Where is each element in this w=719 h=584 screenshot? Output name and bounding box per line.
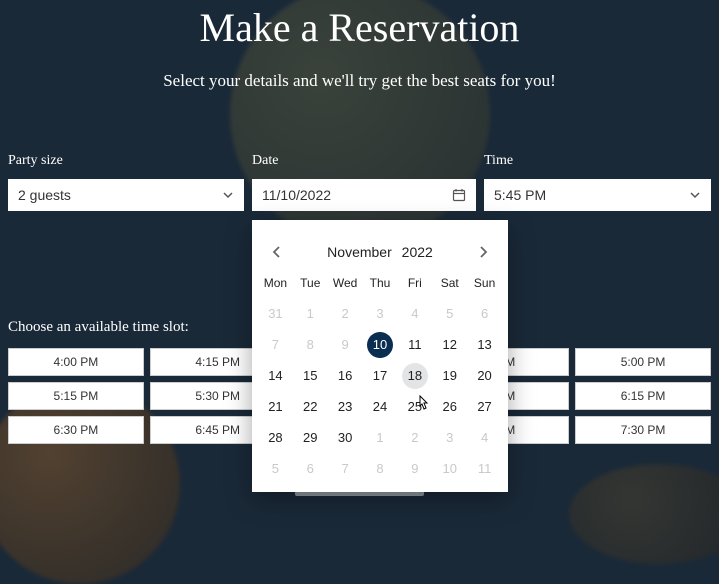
time-slot[interactable]: 6:30 PM: [8, 416, 144, 444]
calendar-weekday: Fri: [397, 270, 432, 298]
calendar-day[interactable]: 21: [258, 391, 293, 422]
calendar-day[interactable]: 8: [363, 453, 398, 484]
calendar-weekday: Thu: [363, 270, 398, 298]
calendar-year: 2022: [402, 244, 433, 260]
calendar-weekday: Wed: [328, 270, 363, 298]
calendar-weekday: Mon: [258, 270, 293, 298]
time-slot[interactable]: 4:00 PM: [8, 348, 144, 376]
calendar-icon: [452, 188, 466, 202]
calendar-weekday: Sat: [432, 270, 467, 298]
time-slot[interactable]: 7:30 PM: [575, 416, 711, 444]
reservation-form: Party size 2 guests Date 11/10/2022 Time: [8, 153, 711, 211]
calendar-day[interactable]: 6: [293, 453, 328, 484]
next-month-button[interactable]: [476, 245, 490, 259]
date-label: Date: [252, 153, 476, 169]
calendar-day[interactable]: 2: [397, 422, 432, 453]
calendar-day[interactable]: 8: [293, 329, 328, 360]
calendar-day[interactable]: 2: [328, 298, 363, 329]
time-slot[interactable]: 6:15 PM: [575, 382, 711, 410]
calendar-day[interactable]: 22: [293, 391, 328, 422]
chevron-down-icon: [222, 189, 234, 201]
calendar-day[interactable]: 24: [363, 391, 398, 422]
calendar-day[interactable]: 17: [363, 360, 398, 391]
calendar-day[interactable]: 4: [397, 298, 432, 329]
time-select[interactable]: 5:45 PM: [484, 179, 711, 211]
calendar-day[interactable]: 26: [432, 391, 467, 422]
calendar-month: November: [327, 244, 392, 260]
calendar-title[interactable]: November 2022: [324, 244, 436, 260]
date-value: 11/10/2022: [262, 187, 331, 203]
calendar-day[interactable]: 9: [328, 329, 363, 360]
calendar-weekday: Tue: [293, 270, 328, 298]
calendar-day[interactable]: 3: [432, 422, 467, 453]
calendar-day[interactable]: 28: [258, 422, 293, 453]
calendar-day[interactable]: 7: [258, 329, 293, 360]
calendar-day[interactable]: 30: [328, 422, 363, 453]
chevron-down-icon: [689, 189, 701, 201]
calendar-day[interactable]: 13: [467, 329, 502, 360]
date-picker-popup: November 2022 MonTueWedThuFriSatSun31123…: [252, 220, 508, 492]
calendar-day[interactable]: 3: [363, 298, 398, 329]
party-size-value: 2 guests: [18, 187, 71, 203]
calendar-day[interactable]: 4: [467, 422, 502, 453]
calendar-day[interactable]: 14: [258, 360, 293, 391]
calendar-day[interactable]: 31: [258, 298, 293, 329]
page-title: Make a Reservation: [8, 4, 711, 51]
calendar-day[interactable]: 5: [258, 453, 293, 484]
time-slot[interactable]: 5:00 PM: [575, 348, 711, 376]
calendar-day[interactable]: 1: [363, 422, 398, 453]
prev-month-button[interactable]: [270, 245, 284, 259]
party-size-label: Party size: [8, 153, 244, 169]
calendar-day[interactable]: 23: [328, 391, 363, 422]
time-slot[interactable]: 5:15 PM: [8, 382, 144, 410]
date-input[interactable]: 11/10/2022: [252, 179, 476, 211]
calendar-day[interactable]: 19: [432, 360, 467, 391]
calendar-day[interactable]: 29: [293, 422, 328, 453]
calendar-day[interactable]: 20: [467, 360, 502, 391]
calendar-day[interactable]: 10: [432, 453, 467, 484]
calendar-day[interactable]: 12: [432, 329, 467, 360]
calendar-day[interactable]: 5: [432, 298, 467, 329]
time-value: 5:45 PM: [494, 187, 546, 203]
calendar-day[interactable]: 10: [363, 329, 398, 360]
page-subtitle: Select your details and we'll try get th…: [8, 71, 711, 91]
party-size-select[interactable]: 2 guests: [8, 179, 244, 211]
calendar-day[interactable]: 15: [293, 360, 328, 391]
calendar-grid: MonTueWedThuFriSatSun3112345678910111213…: [252, 270, 508, 484]
calendar-day[interactable]: 16: [328, 360, 363, 391]
calendar-day[interactable]: 27: [467, 391, 502, 422]
calendar-day[interactable]: 7: [328, 453, 363, 484]
time-label: Time: [484, 153, 711, 169]
calendar-day[interactable]: 18: [397, 360, 432, 391]
calendar-day[interactable]: 11: [467, 453, 502, 484]
calendar-day[interactable]: 6: [467, 298, 502, 329]
calendar-day[interactable]: 25: [397, 391, 432, 422]
calendar-weekday: Sun: [467, 270, 502, 298]
calendar-day[interactable]: 11: [397, 329, 432, 360]
calendar-day[interactable]: 1: [293, 298, 328, 329]
calendar-day[interactable]: 9: [397, 453, 432, 484]
